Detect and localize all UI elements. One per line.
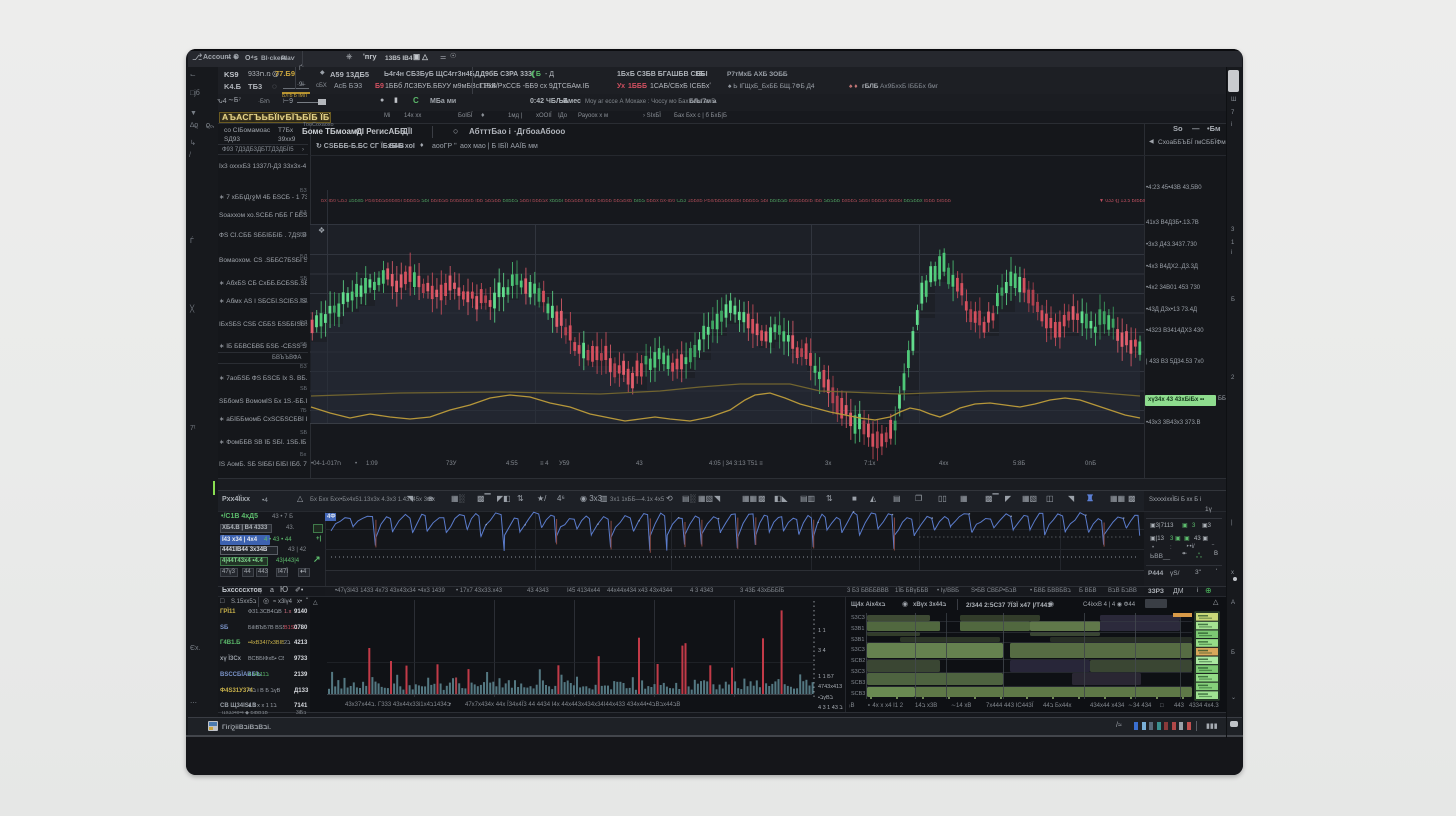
svg-text:❖: ❖ xyxy=(318,226,325,235)
svg-text:△: △ xyxy=(313,600,318,606)
